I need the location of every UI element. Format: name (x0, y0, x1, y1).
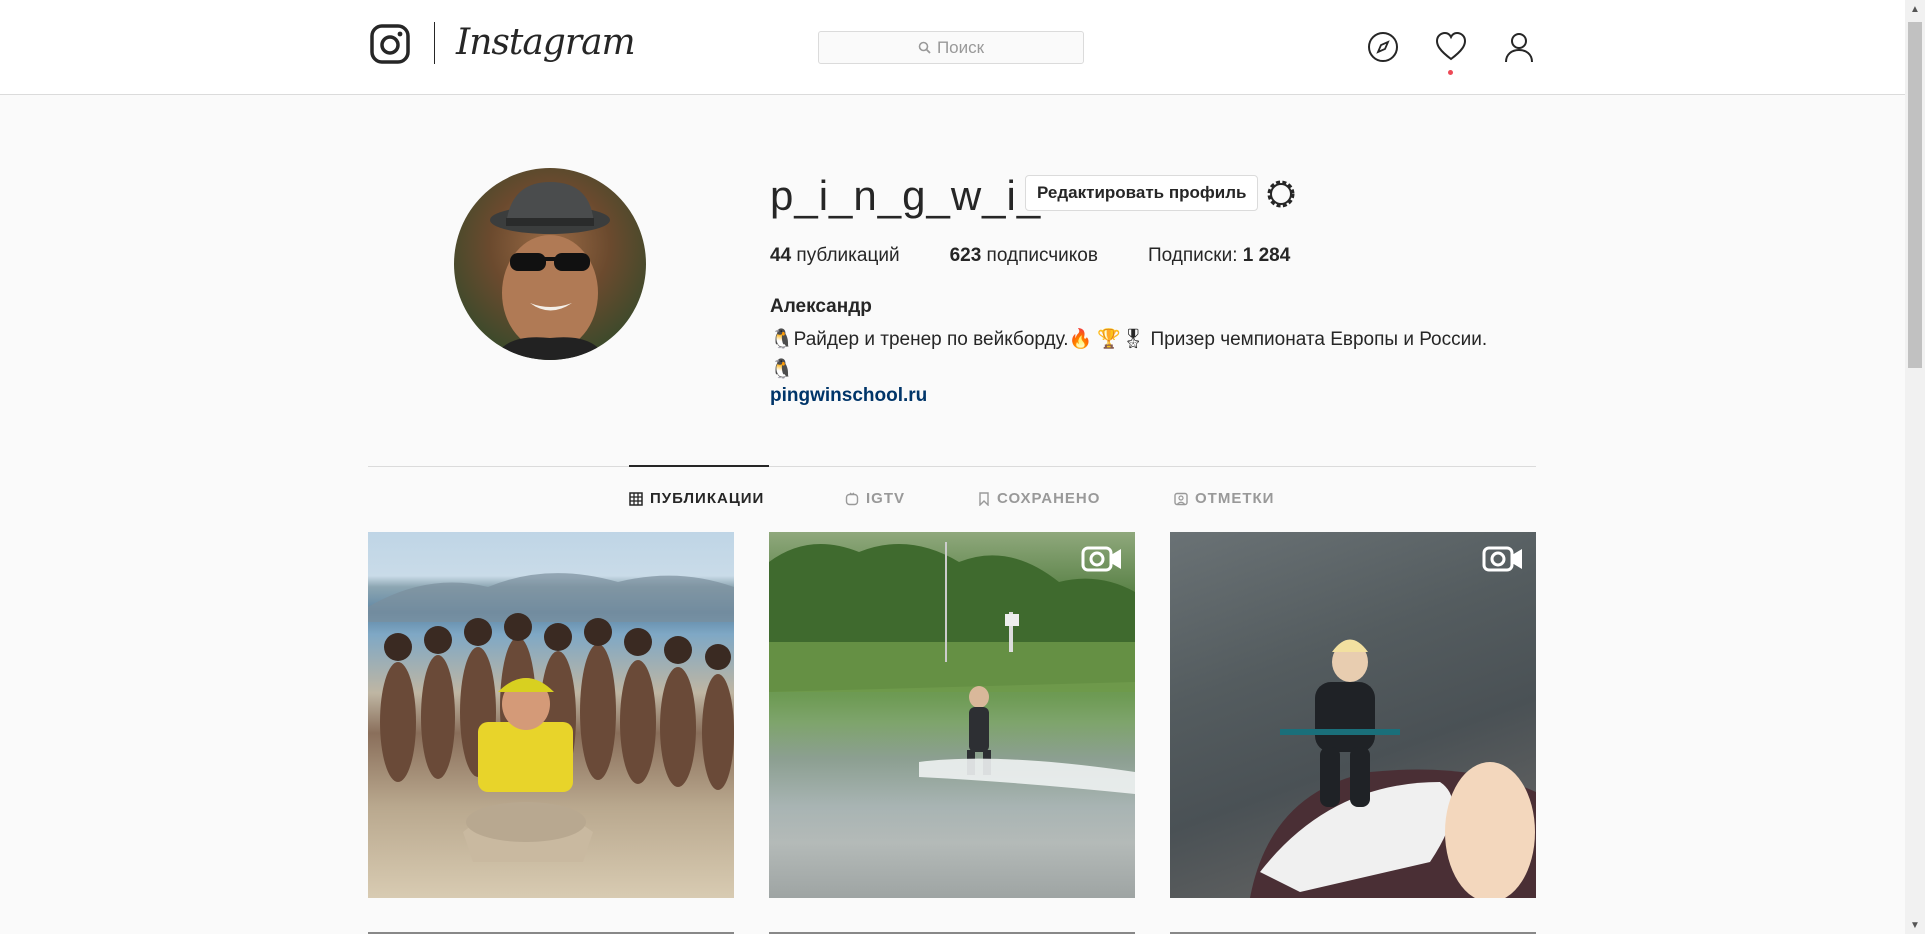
following-count: 1 284 (1242, 245, 1291, 266)
profile-website-link[interactable]: pingwinschool.ru (770, 385, 927, 407)
top-navigation-bar: Instagram Поиск (0, 0, 1905, 95)
tab-label: СОХРАНЕНО (997, 490, 1101, 507)
profile-icon[interactable] (1502, 30, 1536, 64)
followers-label: подписчиков (986, 245, 1098, 266)
post-thumbnail[interactable] (368, 532, 734, 898)
grid-icon (629, 491, 643, 506)
active-tab-indicator (629, 465, 769, 467)
bio-line: 🐧Райдер и тренер по вейкборду.🔥 🏆🎖 Призе… (770, 329, 1488, 350)
profile-bio: 🐧Райдер и тренер по вейкборду.🔥 🏆🎖 Призе… (770, 325, 1530, 385)
bio-line: 🐧 (770, 359, 794, 380)
instagram-glyph-icon[interactable] (370, 24, 410, 64)
post-photo (1250, 639, 1536, 898)
igtv-icon (845, 492, 859, 505)
tab-tagged[interactable]: ОТМЕТКИ (1174, 490, 1274, 507)
followers-count: 623 (949, 245, 982, 266)
search-placeholder: Поиск (936, 37, 985, 57)
tab-igtv[interactable]: IGTV (845, 490, 905, 507)
tab-label: ПУБЛИКАЦИИ (650, 490, 765, 507)
tab-label: ОТМЕТКИ (1195, 490, 1275, 507)
video-icon (1482, 546, 1522, 572)
followers-stat[interactable]: 623 подписчиков (950, 245, 1098, 267)
post-thumbnail[interactable] (1170, 532, 1536, 898)
profile-avatar[interactable] (454, 168, 646, 360)
profile-stats: 44 публикаций 623 подписчиков Подписки: … (770, 245, 1340, 267)
following-label: Подписки: (1147, 245, 1238, 266)
posts-stat: 44 публикаций (770, 245, 900, 267)
instagram-wordmark[interactable]: Instagram (456, 22, 636, 63)
post-thumbnail[interactable] (769, 532, 1135, 898)
scrollbar-thumb[interactable] (1908, 22, 1922, 368)
posts-count: 44 (770, 245, 792, 266)
compass-icon[interactable] (1366, 30, 1400, 64)
video-icon (1081, 546, 1121, 572)
tab-saved[interactable]: СОХРАНЕНО (978, 490, 1100, 507)
post-photo (368, 573, 734, 862)
bookmark-icon (979, 491, 989, 506)
notification-dot (1448, 70, 1453, 75)
scroll-down-arrow-icon[interactable]: ▼ (1905, 916, 1925, 934)
profile-username: p_i_n_g_w_i_n (770, 172, 1066, 219)
settings-gear-icon[interactable] (1264, 177, 1298, 211)
heart-icon[interactable] (1434, 30, 1468, 64)
tab-posts[interactable]: ПУБЛИКАЦИИ (629, 490, 764, 507)
avatar-photo (490, 182, 610, 360)
tagged-icon (1174, 492, 1188, 505)
edit-profile-button[interactable]: Редактировать профиль (1025, 175, 1259, 211)
posts-label: публикаций (796, 245, 900, 266)
scroll-up-arrow-icon[interactable]: ▲ (1905, 0, 1925, 18)
post-photo (769, 542, 1135, 794)
search-input[interactable]: Поиск (818, 31, 1084, 64)
logo-divider (434, 22, 435, 64)
profile-full-name: Александр (770, 296, 872, 317)
search-icon (918, 41, 931, 54)
tab-label: IGTV (866, 490, 906, 507)
following-stat[interactable]: Подписки: 1 284 (1148, 245, 1290, 267)
tabs-divider (368, 466, 1536, 467)
